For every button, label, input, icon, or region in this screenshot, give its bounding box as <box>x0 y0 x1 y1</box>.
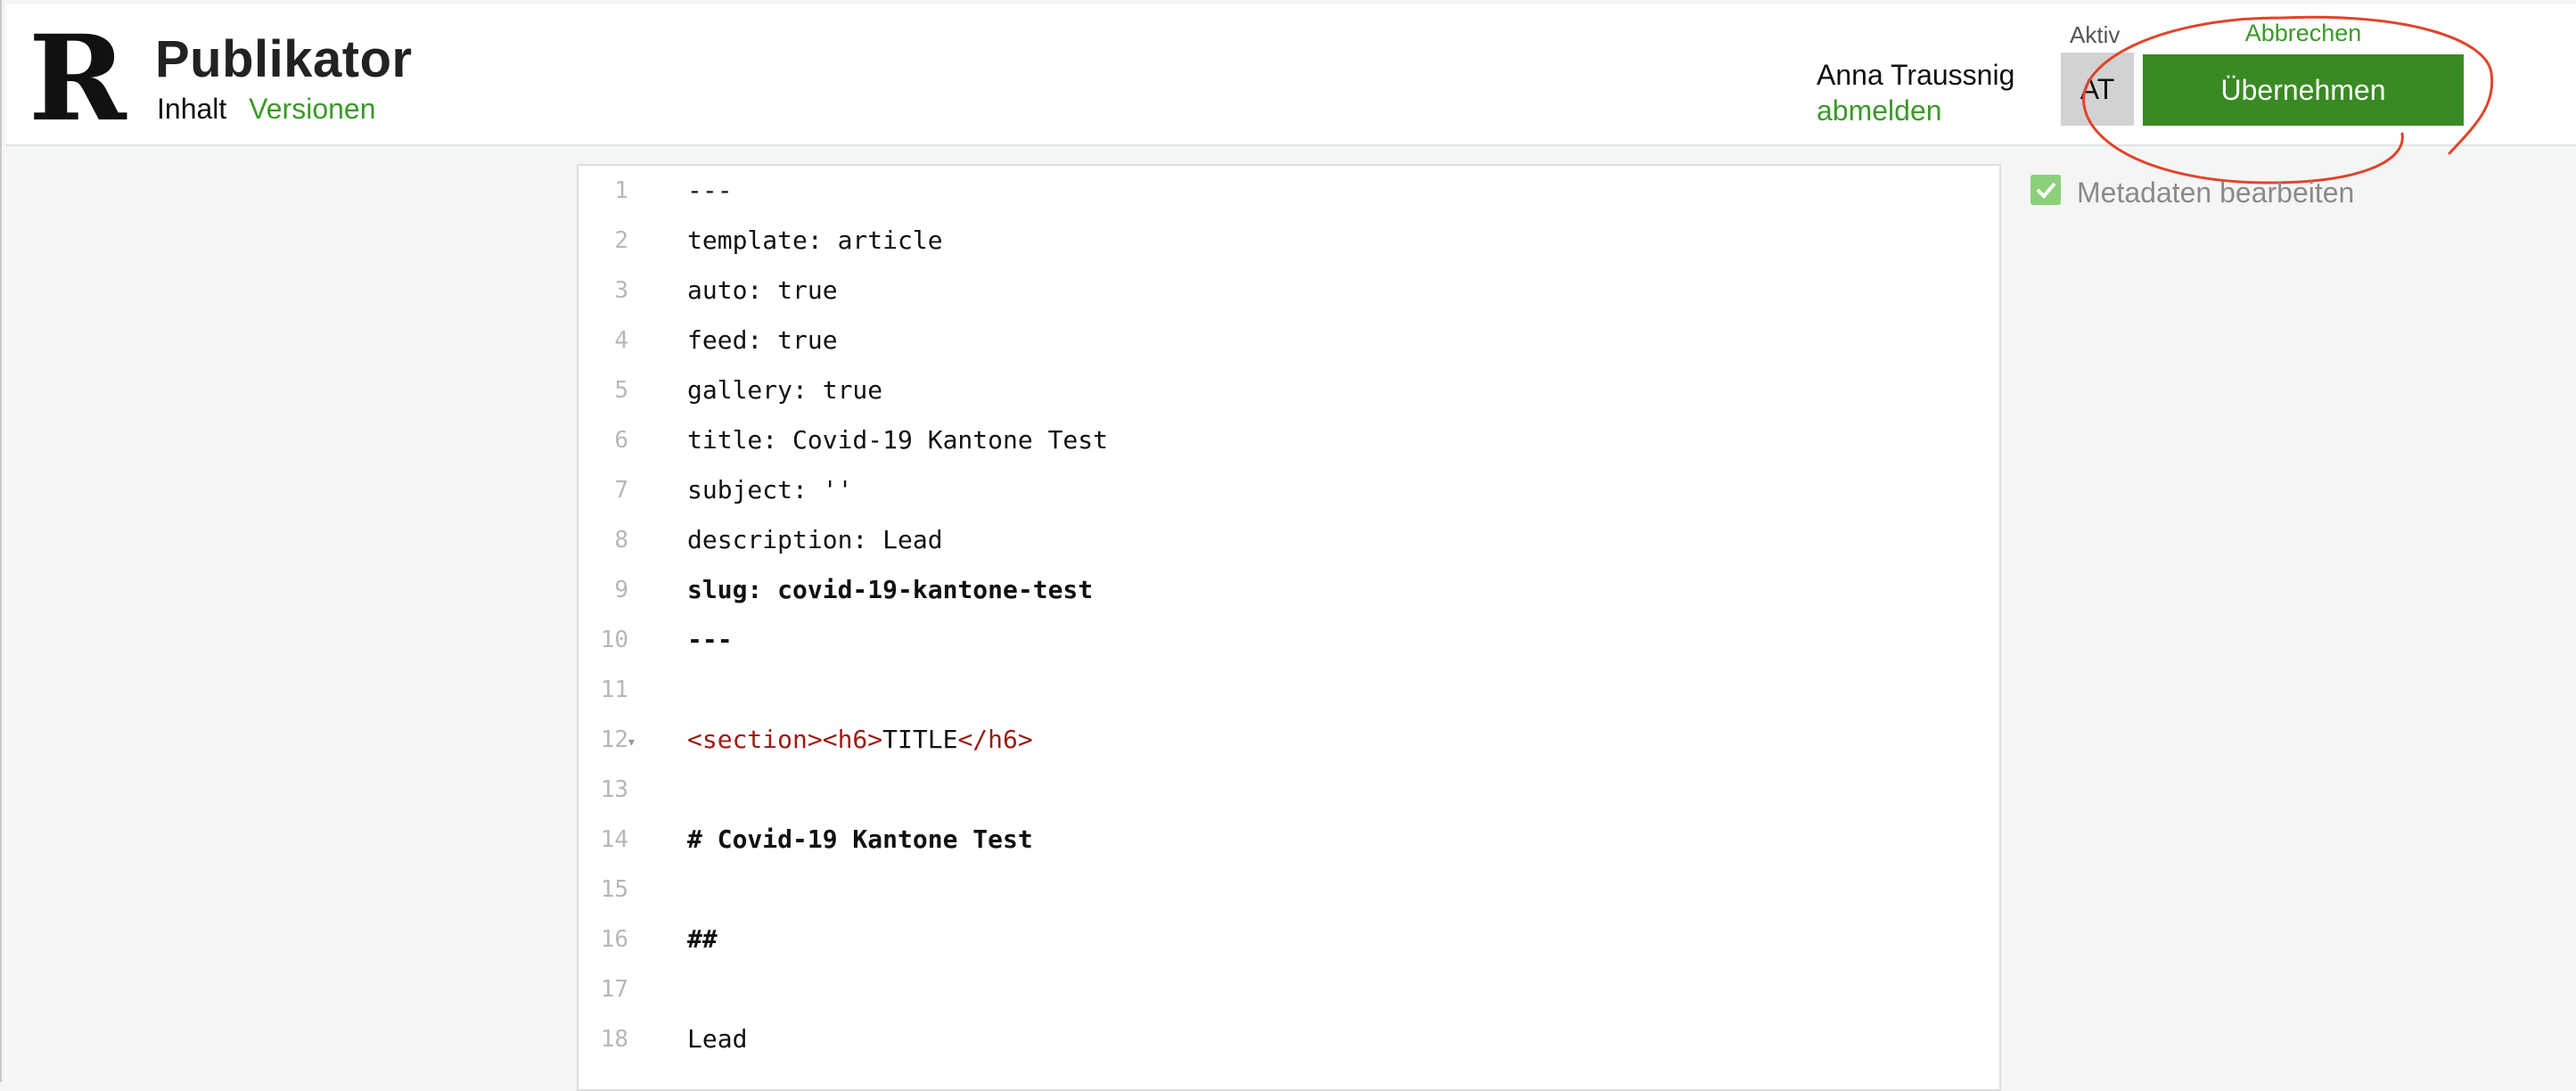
logo-letter: R <box>29 27 127 127</box>
code-line[interactable]: 9 slug: covid-19-kantone-test <box>578 565 1999 615</box>
apply-button[interactable]: Übernehmen <box>2143 54 2464 126</box>
app-title: Publikator <box>155 30 413 88</box>
line-number: 4 <box>614 327 628 354</box>
line-number: 3 <box>614 277 628 304</box>
active-users-label: Aktiv <box>2070 21 2121 48</box>
nav-versionen-link[interactable]: Versionen <box>249 93 375 125</box>
window-left-edge <box>0 0 2 1082</box>
line-number: 6 <box>614 427 628 454</box>
code-text: gallery: true <box>687 375 883 405</box>
code-text: template: article <box>687 226 943 255</box>
code-line[interactable]: 6 title: Covid-19 Kantone Test <box>578 415 1999 465</box>
code-text: <section><h6>TITLE</h6> <box>687 715 1033 765</box>
code-text: description: Lead <box>687 525 943 554</box>
line-number: 11 <box>600 677 628 703</box>
code-text: slug: covid-19-kantone-test <box>687 575 1094 604</box>
line-number: 2 <box>614 227 628 254</box>
checkmark-icon <box>2036 182 2056 199</box>
html-tag-token: </h6> <box>957 725 1033 754</box>
metadata-checkbox[interactable] <box>2030 175 2061 205</box>
user-name: Anna Traussnig <box>1817 59 2015 91</box>
metadata-checkbox-label: Metadaten bearbeiten <box>2077 176 2355 209</box>
code-text: feed: true <box>687 325 838 355</box>
cancel-link[interactable]: Abbrechen <box>2143 21 2464 45</box>
nav-inhalt[interactable]: Inhalt <box>157 93 226 125</box>
code-line[interactable]: 1 --- <box>578 166 1999 216</box>
code-line[interactable]: 3 auto: true <box>578 266 1999 316</box>
code-line[interactable]: 16 ## <box>578 915 1999 964</box>
line-number: 13 <box>600 776 628 803</box>
line-number: 12 <box>600 726 628 753</box>
code-line[interactable]: 18 Lead <box>578 1014 1999 1064</box>
line-number: 18 <box>600 1026 628 1053</box>
line-number: 17 <box>600 976 628 1003</box>
top-bar: R Publikator Inhalt Versionen Anna Traus… <box>5 4 2576 146</box>
code-text: --- <box>687 176 733 205</box>
code-line[interactable]: 7 subject: '' <box>578 465 1999 515</box>
code-line[interactable]: 13 <box>578 765 1999 815</box>
line-number: 15 <box>600 876 628 903</box>
line-number: 1 <box>614 177 628 204</box>
code-line[interactable]: 15 <box>578 865 1999 915</box>
avatar[interactable]: AT <box>2061 53 2134 126</box>
code-editor[interactable]: 1 --- 2 template: article 3 auto: true 4 feed: … <box>577 164 2001 1091</box>
html-text-token: TITLE <box>882 725 958 754</box>
line-number: 16 <box>600 926 628 953</box>
code-text: title: Covid-19 Kantone Test <box>687 425 1109 455</box>
html-tag-token: <h6> <box>822 725 883 754</box>
code-text: # Covid-19 Kantone Test <box>687 824 1033 854</box>
code-line[interactable]: 2 template: article <box>578 216 1999 266</box>
line-number: 8 <box>614 527 628 554</box>
line-number: 7 <box>614 477 628 504</box>
code-line[interactable]: 5 gallery: true <box>578 365 1999 415</box>
republik-logo: R <box>29 27 127 127</box>
html-tag-token: <section> <box>687 725 823 754</box>
code-line[interactable]: 8 description: Lead <box>578 515 1999 565</box>
line-number: 5 <box>614 377 628 404</box>
fold-arrow-icon[interactable]: ▾ <box>628 717 635 767</box>
code-line[interactable]: 10 --- <box>578 615 1999 665</box>
line-number: 10 <box>600 627 628 653</box>
code-line[interactable]: 12 ▾ <section><h6>TITLE</h6> <box>578 715 1999 765</box>
code-text: ## <box>687 924 718 954</box>
code-text: --- <box>687 625 733 654</box>
code-text: subject: '' <box>687 475 853 504</box>
line-number: 9 <box>614 577 628 603</box>
code-line[interactable]: 11 <box>578 665 1999 715</box>
code-text: auto: true <box>687 275 838 305</box>
logout-link[interactable]: abmelden <box>1817 96 1942 125</box>
line-number: 14 <box>600 826 628 853</box>
code-line[interactable]: 4 feed: true <box>578 316 1999 365</box>
code-line[interactable]: 17 <box>578 964 1999 1014</box>
breadcrumb-nav: Inhalt Versionen <box>157 94 376 123</box>
code-line[interactable]: 14 # Covid-19 Kantone Test <box>578 815 1999 865</box>
code-text: Lead <box>687 1024 748 1054</box>
